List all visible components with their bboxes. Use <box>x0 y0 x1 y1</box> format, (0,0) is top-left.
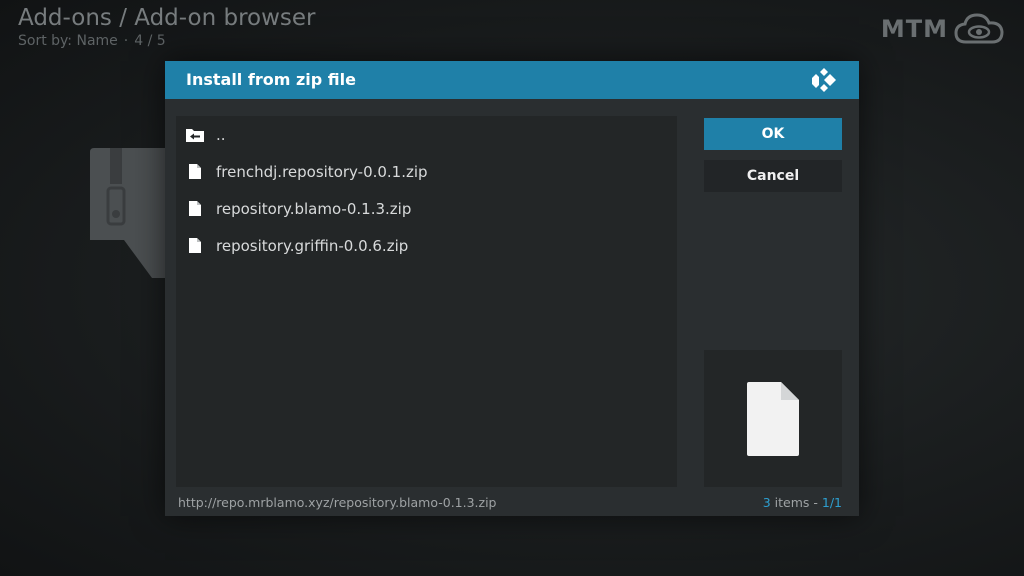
list-item-parent-folder[interactable]: .. <box>176 116 677 153</box>
page-indicator: 1/1 <box>821 495 842 510</box>
selected-file-path: http://repo.mrblamo.xyz/repository.blamo… <box>178 495 497 510</box>
background-header: Add-ons / Add-on browser Sort by: Name · 4… <box>18 4 316 50</box>
file-preview <box>704 350 842 487</box>
dialog-header: Install from zip file <box>165 61 859 99</box>
brand-logo: MTM <box>881 12 1004 46</box>
item-count-text: items - <box>770 495 822 510</box>
dialog-title: Install from zip file <box>186 70 356 89</box>
item-count-number: 3 <box>762 495 771 510</box>
position-indicator: 4 / 5 <box>134 33 166 49</box>
item-count: 3 items - 1/1 <box>763 495 842 510</box>
list-item-label: frenchdj.repository-0.0.1.zip <box>216 162 428 181</box>
cancel-button[interactable]: Cancel <box>704 160 842 192</box>
page-title: Add-ons / Add-on browser <box>18 5 316 31</box>
list-item-label: repository.griffin-0.0.6.zip <box>216 236 409 255</box>
install-from-zip-dialog: Install from zip file .. frenchdj.reposi… <box>165 61 859 516</box>
list-item-label: repository.blamo-0.1.3.zip <box>216 199 412 218</box>
file-preview-icon <box>747 381 799 456</box>
file-list[interactable]: .. frenchdj.repository-0.0.1.zip reposit… <box>176 116 677 487</box>
parent-folder-icon <box>186 126 204 144</box>
separator: · <box>123 33 129 49</box>
file-icon <box>186 200 204 218</box>
file-icon <box>186 237 204 255</box>
file-icon <box>186 163 204 181</box>
list-item-file[interactable]: repository.blamo-0.1.3.zip <box>176 190 677 227</box>
kodi-logo-icon <box>812 68 836 92</box>
zip-archive-icon <box>90 148 170 278</box>
screen: Add-ons / Add-on browser Sort by: Name · 4… <box>0 0 1024 576</box>
ok-button[interactable]: OK <box>704 118 842 150</box>
cloud-eye-icon <box>954 13 1004 44</box>
list-item-file[interactable]: repository.griffin-0.0.6.zip <box>176 227 677 264</box>
sort-label: Sort by: Name <box>18 33 118 49</box>
brand-text: MTM <box>880 15 948 43</box>
sort-info: Sort by: Name · 4 / 5 <box>18 32 316 50</box>
list-item-file[interactable]: frenchdj.repository-0.0.1.zip <box>176 153 677 190</box>
list-item-label: .. <box>216 125 226 144</box>
